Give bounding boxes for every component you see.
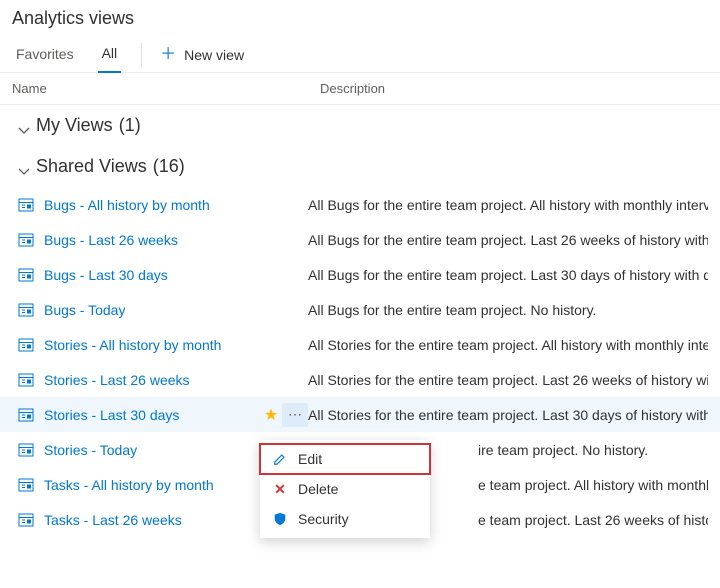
tab-favorites[interactable]: Favorites xyxy=(12,38,78,72)
view-icon xyxy=(18,337,34,353)
menu-security-label: Security xyxy=(298,511,349,527)
menu-delete-label: Delete xyxy=(298,481,338,497)
view-link[interactable]: Stories - Last 26 weeks xyxy=(44,372,190,388)
view-link[interactable]: Bugs - All history by month xyxy=(44,197,210,213)
view-description: All Stories for the entire team project.… xyxy=(308,407,708,423)
view-description: All Stories for the entire team project.… xyxy=(308,337,708,353)
table-row[interactable]: Bugs - All history by month All Bugs for … xyxy=(0,187,720,222)
menu-security[interactable]: Security xyxy=(260,504,430,534)
table-row[interactable]: Bugs - Last 30 days All Bugs for the enti… xyxy=(0,257,720,292)
view-description: All Bugs for the entire team project. Al… xyxy=(308,197,708,213)
table-row[interactable]: Bugs - Today All Bugs for the entire team… xyxy=(0,292,720,327)
section-label: Shared Views xyxy=(36,156,147,177)
table-row[interactable]: Stories - Last 26 weeks All Stories for t… xyxy=(0,362,720,397)
view-link[interactable]: Bugs - Last 30 days xyxy=(44,267,168,283)
x-icon: ✕ xyxy=(272,481,288,497)
plus-icon: ＋ xyxy=(160,47,176,63)
view-description: All Bugs for the entire team project. La… xyxy=(308,267,708,283)
section-count: (1) xyxy=(119,115,141,136)
page-title: Analytics views xyxy=(12,8,708,29)
pencil-icon xyxy=(272,451,288,467)
view-icon xyxy=(18,232,34,248)
toolbar: Favorites All ＋ New view xyxy=(0,29,720,73)
section-my-views[interactable]: My Views (1) xyxy=(0,105,720,146)
view-icon xyxy=(18,372,34,388)
context-menu: Edit ✕ Delete Security xyxy=(260,440,430,538)
divider xyxy=(141,43,142,67)
menu-edit-label: Edit xyxy=(298,451,322,467)
column-headers: Name Description xyxy=(0,73,720,105)
view-icon xyxy=(18,477,34,493)
column-name[interactable]: Name xyxy=(12,81,320,96)
new-view-label: New view xyxy=(184,47,244,63)
more-actions-button[interactable]: ⋯ xyxy=(282,403,308,427)
view-link[interactable]: Stories - All history by month xyxy=(44,337,221,353)
view-link[interactable]: Tasks - Last 26 weeks xyxy=(44,512,182,528)
view-icon xyxy=(18,407,34,423)
view-description: All Bugs for the entire team project. No… xyxy=(308,302,708,318)
table-row[interactable]: Stories - Last 30 days ★⋯All Stories for … xyxy=(0,397,720,432)
view-icon xyxy=(18,267,34,283)
view-link[interactable]: Stories - Today xyxy=(44,442,137,458)
shield-icon xyxy=(272,511,288,527)
section-shared-views[interactable]: Shared Views (16) xyxy=(0,146,720,187)
table-row[interactable]: Stories - All history by month All Storie… xyxy=(0,327,720,362)
view-link[interactable]: Bugs - Today xyxy=(44,302,125,318)
view-description: All Stories for the entire team project.… xyxy=(308,372,708,388)
menu-edit[interactable]: Edit xyxy=(260,444,430,474)
view-icon xyxy=(18,442,34,458)
view-icon xyxy=(18,302,34,318)
section-label: My Views xyxy=(36,115,113,136)
table-row[interactable]: Bugs - Last 26 weeks All Bugs for the ent… xyxy=(0,222,720,257)
new-view-button[interactable]: ＋ New view xyxy=(152,41,252,69)
tab-all[interactable]: All xyxy=(98,37,122,73)
menu-delete[interactable]: ✕ Delete xyxy=(260,474,430,504)
chevron-down-icon xyxy=(18,161,30,173)
section-count: (16) xyxy=(153,156,185,177)
view-link[interactable]: Stories - Last 30 days xyxy=(44,407,179,423)
view-link[interactable]: Tasks - All history by month xyxy=(44,477,214,493)
favorite-star-icon[interactable]: ★ xyxy=(260,405,282,425)
column-description[interactable]: Description xyxy=(320,81,708,96)
view-icon xyxy=(18,197,34,213)
chevron-down-icon xyxy=(18,120,30,132)
view-description: All Bugs for the entire team project. La… xyxy=(308,232,708,248)
view-link[interactable]: Bugs - Last 26 weeks xyxy=(44,232,178,248)
view-icon xyxy=(18,512,34,528)
